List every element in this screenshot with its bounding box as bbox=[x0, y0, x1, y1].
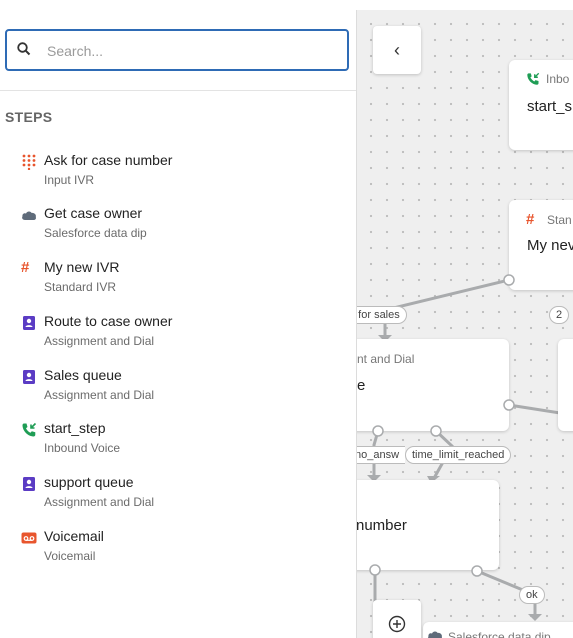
step-item-route-to-case-owner[interactable]: Route to case owner Assignment and Dial bbox=[0, 313, 356, 361]
port bbox=[503, 399, 515, 411]
step-item-get-case-owner[interactable]: Get case owner Salesforce data dip bbox=[0, 205, 356, 253]
step-name: Voicemail bbox=[44, 528, 104, 544]
badge-icon bbox=[23, 316, 35, 330]
badge-icon bbox=[23, 477, 35, 491]
edge-label-no-answer[interactable]: no_answ bbox=[357, 446, 406, 464]
step-item-voicemail[interactable]: Voicemail Voicemail bbox=[0, 528, 356, 576]
cloud-icon bbox=[22, 211, 36, 220]
add-step-button[interactable] bbox=[373, 600, 421, 638]
search-icon bbox=[17, 42, 31, 56]
step-item-ask-for-case-number[interactable]: Ask for case number Input IVR bbox=[0, 152, 356, 200]
port bbox=[471, 565, 483, 577]
edge-label-for-sales[interactable]: 1 for sales bbox=[357, 306, 407, 324]
edge-label-time-limit[interactable]: time_limit_reached bbox=[405, 446, 512, 464]
step-type: Inbound Voice bbox=[44, 441, 121, 455]
step-item-sales-queue[interactable]: Sales queue Assignment and Dial bbox=[0, 367, 356, 415]
divider bbox=[0, 90, 356, 91]
step-name: support queue bbox=[44, 474, 134, 490]
step-item-start-step[interactable]: start_step Inbound Voice bbox=[0, 420, 356, 468]
phone-incoming-icon bbox=[22, 422, 37, 437]
search-box[interactable] bbox=[5, 29, 349, 71]
edge-label-ok[interactable]: ok bbox=[519, 586, 545, 604]
steps-section-title: STEPS bbox=[5, 109, 53, 125]
step-type: Assignment and Dial bbox=[44, 334, 155, 348]
step-type: Voicemail bbox=[44, 549, 96, 563]
step-name: Route to case owner bbox=[44, 313, 173, 329]
search-input[interactable] bbox=[45, 31, 339, 71]
step-name: start_step bbox=[44, 420, 106, 436]
step-item-my-new-ivr[interactable]: # My new IVR Standard IVR bbox=[0, 259, 356, 307]
dialpad-icon bbox=[22, 154, 36, 170]
step-name: My new IVR bbox=[44, 259, 120, 275]
port bbox=[430, 425, 442, 437]
hash-icon: # bbox=[21, 259, 30, 276]
step-type: Input IVR bbox=[44, 173, 95, 187]
flow-canvas[interactable]: ‹ Inbo start_s # Stan My nev nt and Dial… bbox=[357, 10, 573, 638]
step-item-support-queue[interactable]: support queue Assignment and Dial bbox=[0, 474, 356, 522]
add-circle-icon bbox=[388, 615, 406, 633]
step-name: Sales queue bbox=[44, 367, 122, 383]
port bbox=[503, 274, 515, 286]
voicemail-icon bbox=[21, 532, 37, 544]
port bbox=[372, 425, 384, 437]
port-layer bbox=[369, 274, 515, 577]
edge-label-two[interactable]: 2 bbox=[549, 306, 570, 324]
step-name: Ask for case number bbox=[44, 152, 173, 168]
steps-panel: STEPS Ask for case number Input IVR Get … bbox=[0, 10, 357, 638]
step-type: Salesforce data dip bbox=[44, 226, 147, 240]
step-name: Get case owner bbox=[44, 205, 143, 221]
badge-icon bbox=[23, 370, 35, 384]
port bbox=[369, 564, 381, 576]
step-type: Standard IVR bbox=[44, 280, 117, 294]
step-type: Assignment and Dial bbox=[44, 495, 155, 509]
step-type: Assignment and Dial bbox=[44, 388, 155, 402]
